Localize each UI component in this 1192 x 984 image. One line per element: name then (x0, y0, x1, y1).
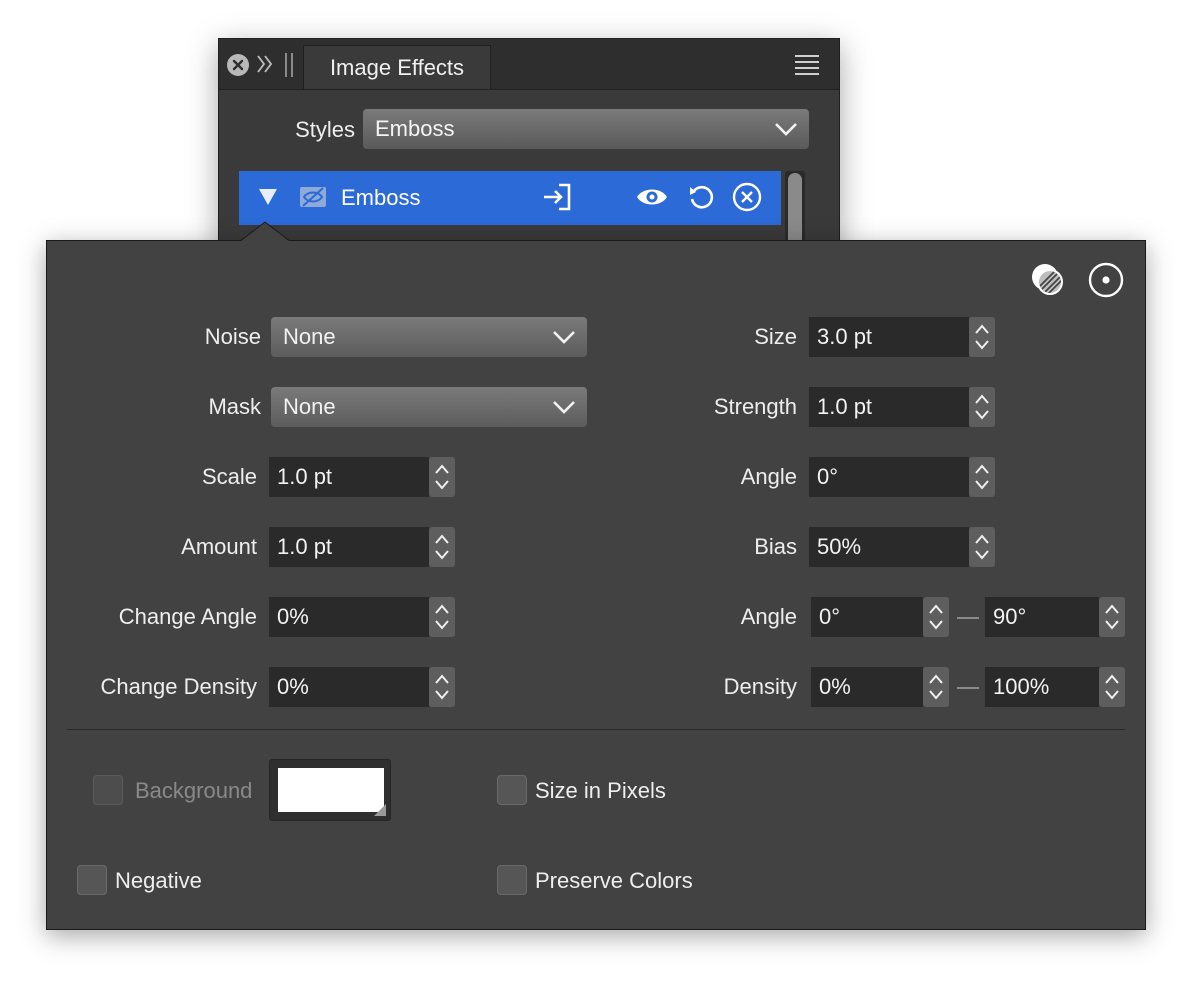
bias-stepper[interactable] (969, 527, 995, 567)
strength-stepper[interactable] (969, 387, 995, 427)
section-divider (67, 729, 1125, 730)
density-range-to-stepper[interactable] (1099, 667, 1125, 707)
scale-stepper[interactable] (429, 457, 455, 497)
size-input[interactable]: 3.0 pt (809, 317, 969, 357)
angle-range-to-input[interactable]: 90° (985, 597, 1099, 637)
size-in-pixels-checkbox[interactable] (497, 775, 527, 805)
stepper-arrows-icon (435, 604, 449, 630)
preserve-colors-label: Preserve Colors (535, 868, 693, 893)
change-angle-input[interactable]: 0% (269, 597, 429, 637)
panel-tab-bar: Image Effects (219, 39, 839, 90)
stepper-arrows-icon (975, 394, 989, 420)
background-color-swatch (278, 768, 384, 812)
effect-row-emboss[interactable]: Emboss (239, 171, 781, 225)
strength-label: Strength (713, 394, 797, 419)
apply-icon[interactable] (541, 181, 573, 213)
panel-menu-icon[interactable] (792, 51, 822, 79)
styles-dropdown-value: Emboss (375, 116, 455, 141)
effect-name: Emboss (341, 185, 421, 210)
stepper-arrows-icon (435, 674, 449, 700)
angle-label: Angle (740, 464, 797, 489)
stepper-arrows-icon (975, 534, 989, 560)
stepper-arrows-icon (1105, 604, 1119, 630)
amount-label: Amount (181, 534, 257, 559)
background-checkbox[interactable] (93, 775, 123, 805)
stepper-arrows-icon (435, 464, 449, 490)
stepper-arrows-icon (975, 324, 989, 350)
preserve-colors-checkbox[interactable] (497, 865, 527, 895)
angle-input[interactable]: 0° (809, 457, 969, 497)
negative-checkbox[interactable] (77, 865, 107, 895)
background-label: Background (135, 778, 253, 803)
chevron-down-icon (553, 331, 575, 344)
noise-dropdown[interactable]: None (271, 317, 587, 357)
amount-stepper[interactable] (429, 527, 455, 567)
change-angle-label: Change Angle (118, 604, 257, 629)
density-range-from-input[interactable]: 0% (811, 667, 923, 707)
change-angle-stepper[interactable] (429, 597, 455, 637)
change-density-label: Change Density (100, 674, 257, 699)
close-panel-icon[interactable] (227, 54, 249, 76)
disclosure-triangle-icon[interactable] (257, 187, 279, 207)
blend-options-icon[interactable] (1029, 261, 1065, 297)
drag-grip-icon[interactable] (283, 51, 295, 79)
density-range-to-input[interactable]: 100% (985, 667, 1099, 707)
image-effects-panel: Image Effects Styles Emboss Emboss (218, 38, 840, 270)
angle-range-from-input[interactable]: 0° (811, 597, 923, 637)
noise-value: None (283, 324, 336, 349)
bias-label: Bias (754, 534, 797, 559)
background-color-well[interactable] (269, 759, 391, 821)
density-range-label: Density (723, 674, 797, 699)
size-in-pixels-label: Size in Pixels (535, 778, 666, 803)
reset-icon[interactable] (687, 183, 715, 211)
stepper-arrows-icon (929, 604, 943, 630)
density-range-from-stepper[interactable] (923, 667, 949, 707)
target-icon[interactable] (1087, 261, 1125, 299)
mask-label: Mask (208, 394, 261, 419)
chevron-down-icon (553, 401, 575, 414)
color-well-corner-icon (374, 804, 386, 816)
amount-input[interactable]: 1.0 pt (269, 527, 429, 567)
emboss-settings-popover: Noise None Mask None Scale 1.0 pt Amount… (46, 221, 1146, 930)
size-label: Size (754, 324, 797, 349)
change-density-input[interactable]: 0% (269, 667, 429, 707)
angle-range-from-stepper[interactable] (923, 597, 949, 637)
angle-stepper[interactable] (969, 457, 995, 497)
scale-input[interactable]: 1.0 pt (269, 457, 429, 497)
mask-value: None (283, 394, 336, 419)
range-separator (957, 617, 979, 619)
styles-dropdown[interactable]: Emboss (363, 109, 809, 149)
range-separator (957, 687, 979, 689)
chevron-down-icon (775, 123, 797, 136)
stepper-arrows-icon (1105, 674, 1119, 700)
mask-dropdown[interactable]: None (271, 387, 587, 427)
tab-image-effects[interactable]: Image Effects (303, 45, 491, 89)
popover-arrow (239, 221, 291, 243)
bias-input[interactable]: 50% (809, 527, 969, 567)
angle-range-label: Angle (740, 604, 797, 629)
stepper-arrows-icon (975, 464, 989, 490)
scale-label: Scale (201, 464, 257, 489)
negative-label: Negative (115, 868, 202, 893)
collapse-panel-icon[interactable] (255, 51, 275, 77)
angle-range-to-stepper[interactable] (1099, 597, 1125, 637)
styles-label: Styles (295, 117, 355, 142)
size-stepper[interactable] (969, 317, 995, 357)
remove-effect-icon[interactable] (731, 181, 763, 213)
eye-icon[interactable] (635, 185, 669, 209)
stepper-arrows-icon (929, 674, 943, 700)
stepper-arrows-icon (435, 534, 449, 560)
change-density-stepper[interactable] (429, 667, 455, 707)
strength-input[interactable]: 1.0 pt (809, 387, 969, 427)
noise-label: Noise (204, 324, 261, 349)
effect-visibility-toggle-icon[interactable] (299, 185, 327, 209)
